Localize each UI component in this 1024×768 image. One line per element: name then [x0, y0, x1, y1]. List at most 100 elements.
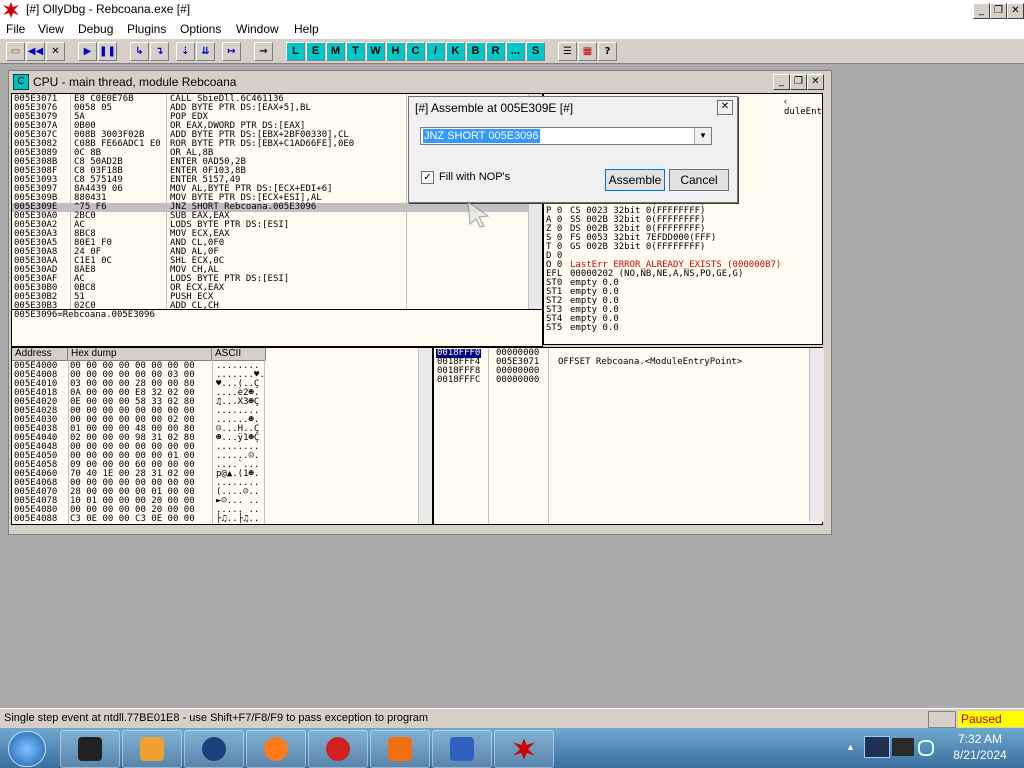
run-trace-window-button[interactable]: ...: [506, 42, 525, 61]
memory-window-button[interactable]: M: [326, 42, 345, 61]
toolbar: ▭ ◀◀ ✕ ▶ ❚❚ ↳ ↴ ⇣ ⇊ ↦ → L E M T W H C / …: [0, 39, 1024, 64]
task-manager-icon: [78, 737, 102, 761]
dump-scrollbar[interactable]: [418, 348, 432, 524]
menu-options[interactable]: Options: [180, 22, 221, 36]
dump-header-address[interactable]: Address: [12, 348, 68, 361]
trace-over-icon[interactable]: ⇊: [196, 42, 215, 61]
taskbar-app-4[interactable]: [246, 730, 306, 768]
taskbar-app-5[interactable]: [308, 730, 368, 768]
show-hidden-icons[interactable]: ▲: [846, 742, 855, 752]
cpu-window-button[interactable]: C: [406, 42, 425, 61]
ollydbg-icon: [3, 2, 19, 18]
call-stack-window-button[interactable]: K: [446, 42, 465, 61]
clock[interactable]: 7:32 AM 8/21/2024: [940, 732, 1020, 766]
threads-window-button[interactable]: T: [346, 42, 365, 61]
menu-help[interactable]: Help: [294, 22, 319, 36]
stack-value: 00000000: [496, 375, 540, 385]
breakpoints-window-button[interactable]: B: [466, 42, 485, 61]
assemble-dialog-caption: [#] Assemble at 005E309E [#] ✕: [409, 97, 737, 117]
cpu-maximize-button[interactable]: ❐: [790, 74, 807, 90]
close-program-icon[interactable]: ✕: [46, 42, 65, 61]
references-window-button[interactable]: R: [486, 42, 505, 61]
taskbar-app-3[interactable]: [184, 730, 244, 768]
dump-ascii: ├♫..├♫..: [216, 514, 260, 524]
assemble-input[interactable]: JNZ SHORT 005E3096 ▼: [420, 127, 712, 145]
assemble-dialog: [#] Assemble at 005E309E [#] ✕ JNZ SHORT…: [408, 96, 738, 203]
dump-row[interactable]: 005E4088 C3 0E 00 00 C3 0E 00 00 ├♫..├♫..: [14, 515, 414, 524]
info-pane: 005E3096=Rebcoana.005E3096: [11, 309, 543, 347]
dump-header-ascii[interactable]: ASCII: [212, 348, 266, 361]
menu-window[interactable]: Window: [236, 22, 279, 36]
open-icon[interactable]: ▭: [6, 42, 25, 61]
register-name: ST5: [546, 323, 563, 333]
windows-window-button[interactable]: W: [366, 42, 385, 61]
ollydbg-icon: [512, 737, 536, 761]
status-message: Single step event at ntdll.77BE01E8 - us…: [4, 712, 429, 724]
taskbar-app-7[interactable]: [432, 730, 492, 768]
taskbar-app-1[interactable]: [60, 730, 120, 768]
status-box: [928, 711, 956, 728]
cpu-minimize-button[interactable]: _: [773, 74, 790, 90]
dump-address: 005E4088: [14, 514, 58, 524]
cpu-window-title: CPU - main thread, module Rebcoana: [33, 75, 237, 89]
close-button[interactable]: ✕: [1007, 3, 1024, 19]
assemble-input-value[interactable]: JNZ SHORT 005E3096: [423, 129, 540, 143]
start-button[interactable]: [8, 731, 46, 767]
menu-file[interactable]: File: [6, 22, 25, 36]
chevron-down-icon[interactable]: ▼: [694, 128, 711, 144]
stack-scrollbar[interactable]: [809, 348, 824, 522]
colors-icon[interactable]: ▦: [578, 42, 597, 61]
volume-icon[interactable]: [918, 740, 934, 756]
menu-bar: File View Debug Plugins Options Window H…: [0, 20, 1024, 39]
help-icon[interactable]: ?: [598, 42, 617, 61]
dump-header-hex[interactable]: Hex dump: [68, 348, 212, 361]
log-window-button[interactable]: L: [286, 42, 305, 61]
step-over-icon[interactable]: ↴: [150, 42, 169, 61]
menu-debug[interactable]: Debug: [78, 22, 113, 36]
info-line: 005E3096=Rebcoana.005E3096: [14, 310, 155, 320]
minimize-button[interactable]: _: [973, 3, 990, 19]
device-icon[interactable]: [892, 738, 914, 756]
firefox-icon: [264, 737, 288, 761]
cpu-window-icon: C: [13, 74, 29, 90]
stack-row[interactable]: 0018FFF4 005E3071 OFFSET Rebcoana.<ModuleE…: [434, 358, 804, 367]
assemble-dialog-title: [#] Assemble at 005E309E [#]: [415, 101, 574, 115]
source-window-button[interactable]: S: [526, 42, 545, 61]
cpu-close-button[interactable]: ✕: [807, 74, 824, 90]
cancel-button[interactable]: Cancel: [669, 169, 729, 191]
stack-row[interactable]: 0018FFFC 00000000: [434, 376, 804, 385]
taskbar-app-2[interactable]: [122, 730, 182, 768]
handles-window-button[interactable]: H: [386, 42, 405, 61]
run-icon[interactable]: ▶: [78, 42, 97, 61]
taskbar-app-6[interactable]: [370, 730, 430, 768]
restart-icon[interactable]: ◀◀: [26, 42, 45, 61]
stack-row[interactable]: 0018FFF8 00000000: [434, 367, 804, 376]
network-icon[interactable]: [864, 736, 890, 758]
step-into-icon[interactable]: ↳: [130, 42, 149, 61]
vlc-icon: [388, 737, 412, 761]
dump-hex: C3 0E 00 00 C3 0E 00 00: [70, 514, 195, 524]
fill-with-nops-label: Fill with NOP's: [439, 171, 511, 183]
clock-time: 7:32 AM: [957, 732, 1003, 746]
status-bar: Single step event at ntdll.77BE01E8 - us…: [0, 708, 1024, 729]
debugger-icon: [326, 737, 350, 761]
assemble-button[interactable]: Assemble: [605, 169, 665, 191]
maximize-button[interactable]: ❐: [990, 3, 1007, 19]
dump-pane[interactable]: Address Hex dump ASCII 005E4000 00 00 00 …: [11, 347, 433, 525]
list-icon[interactable]: ☰: [558, 42, 577, 61]
menu-plugins[interactable]: Plugins: [127, 22, 166, 36]
pause-icon[interactable]: ❚❚: [98, 42, 117, 61]
execute-till-return-icon[interactable]: ↦: [222, 42, 241, 61]
trace-into-icon[interactable]: ⇣: [176, 42, 195, 61]
go-to-icon[interactable]: →: [254, 42, 273, 61]
fill-with-nops-checkbox[interactable]: ✓: [421, 171, 434, 184]
menu-view[interactable]: View: [38, 22, 64, 36]
dialog-close-button[interactable]: ✕: [717, 100, 733, 115]
stack-pane[interactable]: 0018FFF0 00000000 0018FFF4 005E3071 OFFSET R…: [433, 347, 823, 525]
register-value: empty 0.0: [570, 323, 619, 333]
disasm-row[interactable]: 005E30B0 0BC8 OR ECX,EAX: [12, 284, 528, 293]
registers-scroll-left-icon[interactable]: ‹: [784, 96, 787, 106]
patches-window-button[interactable]: /: [426, 42, 445, 61]
modules-window-button[interactable]: E: [306, 42, 325, 61]
taskbar-app-8[interactable]: [494, 730, 554, 768]
